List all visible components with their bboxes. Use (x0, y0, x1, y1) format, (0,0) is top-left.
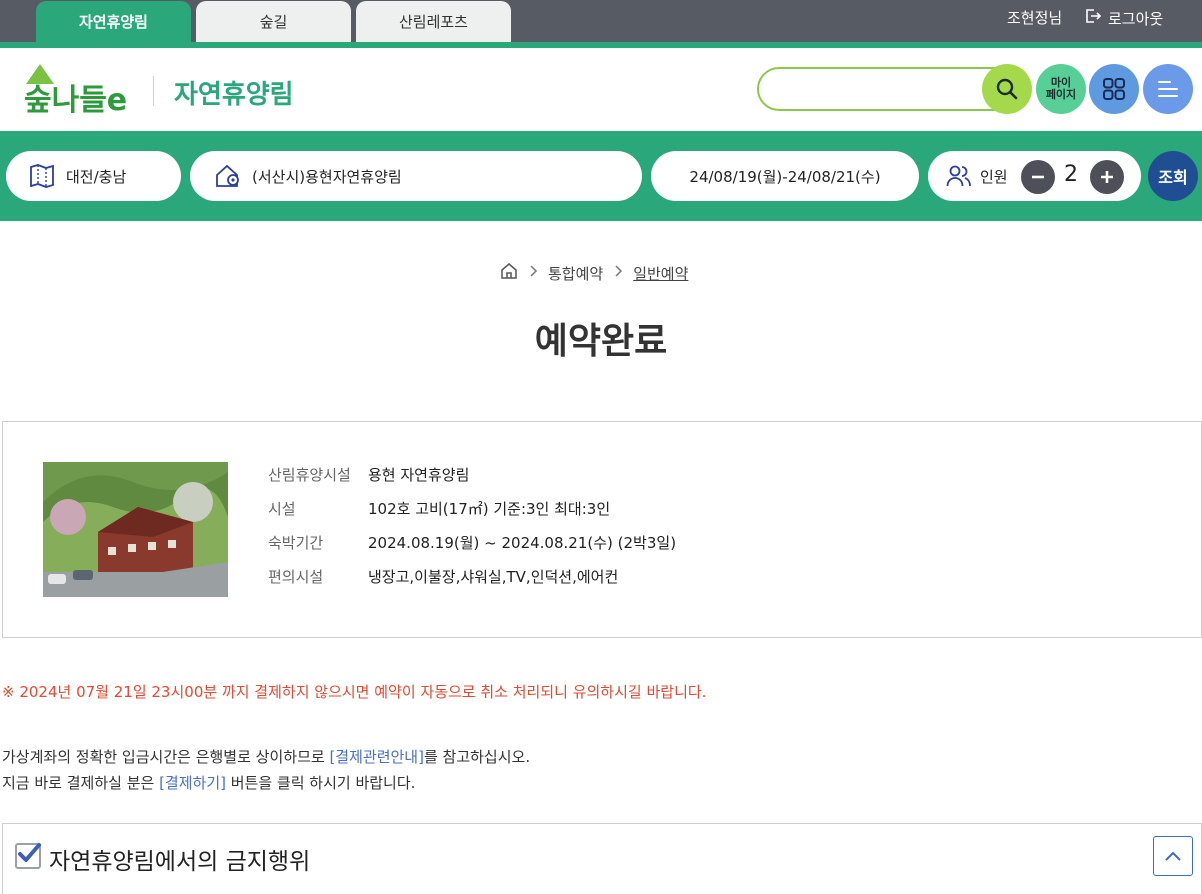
checkbox-icon (15, 843, 41, 869)
info-key: 시설 (268, 500, 296, 518)
search-button[interactable] (982, 64, 1032, 114)
logout-label: 로그아웃 (1108, 9, 1164, 28)
notice-text: 버튼을 클릭 하시기 바랍니다. (225, 774, 416, 792)
logo-text: 숲나들e (24, 83, 127, 116)
search-input[interactable] (757, 67, 1017, 111)
forest-value: (서산시)용현자연휴양림 (252, 167, 402, 186)
info-value: 2024.08.19(월) ~ 2024.08.21(수) (2박3일) (368, 534, 677, 552)
accordion-title: 자연휴양림에서의 금지행위 (49, 849, 311, 875)
notice-line-1: 가상계좌의 정확한 입금시간은 은행별로 상이하므로 [결제관련안내]를 참고하… (2, 746, 530, 767)
pay-now-link[interactable]: [결제하기] (159, 774, 226, 792)
header-divider (153, 76, 154, 106)
tab-forest-leports[interactable]: 산림레포츠 (356, 1, 511, 42)
logout-icon (1084, 7, 1102, 29)
breadcrumb: 통합예약 일반예약 (500, 262, 688, 284)
info-row-facility-name: 산림휴양시설 용현 자연휴양림 (268, 464, 469, 485)
date-selector[interactable]: 24/08/19(월)-24/08/21(수) (651, 151, 919, 201)
info-row-stay-period: 숙박기간 2024.08.19(월) ~ 2024.08.21(수) (2박3일… (268, 532, 676, 553)
mypage-label-line2: 페이지 (1045, 88, 1077, 101)
info-value: 102호 고비(17㎡) 기준:3인 최대:3인 (368, 500, 611, 518)
notice-text: 를 참고하십시오. (423, 748, 531, 766)
logout-link[interactable]: 로그아웃 (1084, 7, 1163, 29)
chevron-right-icon (613, 264, 623, 282)
home-icon[interactable] (500, 262, 518, 284)
search-icon (996, 78, 1018, 100)
payment-deadline-warning: ※ 2024년 07월 21일 23시00분 까지 결제하지 않으시면 예약이 … (2, 683, 707, 701)
tab-forest-trail[interactable]: 숲길 (196, 1, 351, 42)
chevron-up-icon (1165, 851, 1181, 861)
map-icon (30, 164, 54, 188)
region-selector[interactable]: 대전/충남 (6, 151, 181, 201)
header-accent-line (0, 42, 1202, 48)
notice-line-2: 지금 바로 결제하실 분은 [결제하기] 버튼을 클릭 하시기 바랍니다. (2, 772, 415, 793)
people-icon (946, 165, 971, 187)
people-selector: 인원 2 (928, 151, 1141, 201)
home-location-icon (216, 164, 239, 187)
info-value: 용현 자연휴양림 (368, 466, 470, 484)
info-value: 냉장고,이불장,샤워실,TV,인덕션,에어컨 (368, 568, 619, 586)
accordion-toggle-button[interactable] (1153, 836, 1193, 876)
forest-selector[interactable]: (서산시)용현자연휴양림 (190, 151, 642, 201)
breadcrumb-item-integrated[interactable]: 통합예약 (548, 263, 603, 284)
site-name: 자연휴양림 (174, 80, 294, 110)
region-value: 대전/충남 (66, 167, 127, 186)
hamburger-icon (1158, 81, 1178, 97)
info-row-room: 시설 102호 고비(17㎡) 기준:3인 최대:3인 (268, 498, 610, 519)
sitemap-button[interactable] (1089, 64, 1139, 114)
people-label: 인원 (980, 167, 1008, 186)
plus-icon (1101, 171, 1113, 183)
notice-text: 가상계좌의 정확한 입금시간은 은행별로 상이하므로 (2, 748, 330, 766)
lookup-button[interactable]: 조회 (1148, 151, 1198, 201)
payment-guide-link[interactable]: [결제관련안내] (329, 748, 424, 766)
menu-button[interactable] (1143, 64, 1193, 114)
info-key: 산림휴양시설 (268, 466, 351, 484)
people-decrease-button[interactable] (1021, 160, 1055, 194)
people-count: 2 (1064, 162, 1078, 187)
minus-icon (1032, 175, 1044, 179)
page-title: 예약완료 (534, 321, 668, 362)
people-increase-button[interactable] (1090, 160, 1124, 194)
date-value: 24/08/19(월)-24/08/21(수) (689, 167, 881, 186)
info-row-amenities: 편의시설 냉장고,이불장,샤워실,TV,인덕션,에어컨 (268, 566, 618, 587)
tab-recreation-forest[interactable]: 자연휴양림 (36, 1, 191, 42)
user-name: 조현정님 (1007, 9, 1063, 27)
grid-icon (1103, 78, 1125, 100)
facility-photo (43, 462, 228, 597)
mypage-button[interactable]: 마이 페이지 (1036, 64, 1086, 114)
notice-text: 지금 바로 결제하실 분은 (2, 774, 160, 792)
breadcrumb-item-general[interactable]: 일반예약 (633, 263, 688, 284)
info-key: 편의시설 (268, 568, 324, 586)
chevron-right-icon (528, 264, 538, 282)
prohibited-acts-accordion: 자연휴양림에서의 금지행위 (2, 823, 1202, 894)
site-logo[interactable]: 숲나들e (22, 60, 134, 118)
info-key: 숙박기간 (268, 534, 324, 552)
